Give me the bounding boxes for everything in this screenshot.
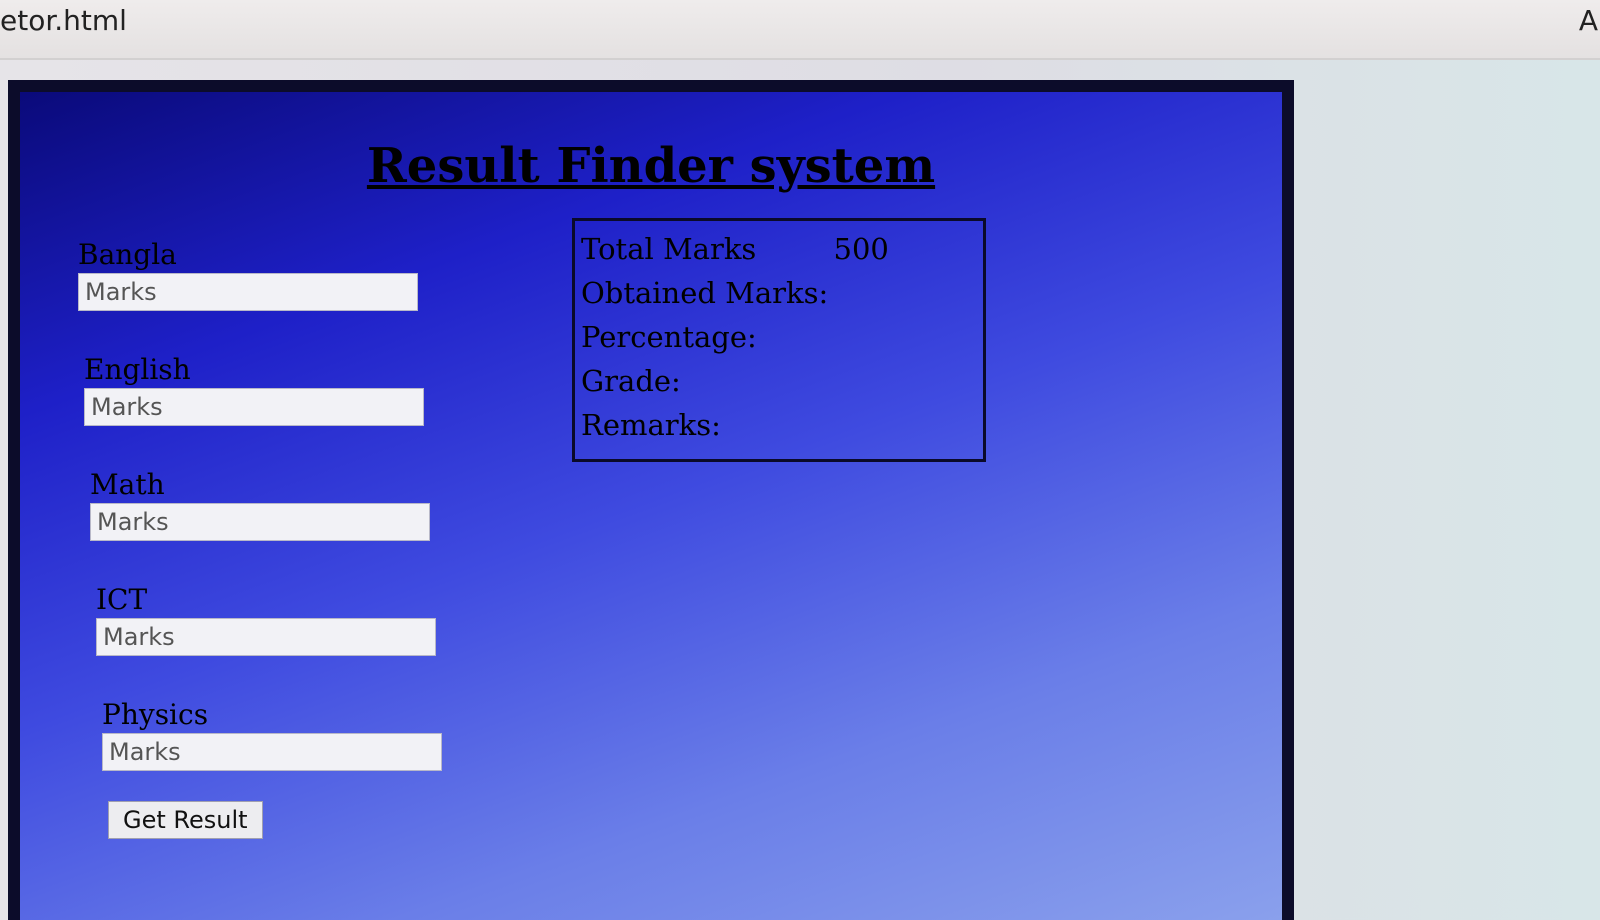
- physics-marks-input[interactable]: [102, 733, 442, 771]
- english-marks-input[interactable]: [84, 388, 424, 426]
- percentage-label: Percentage:: [581, 320, 757, 354]
- field-physics: Physics: [102, 698, 458, 771]
- percentage-row: Percentage:: [581, 315, 977, 359]
- field-math: Math: [90, 468, 458, 541]
- grade-label: Grade:: [581, 364, 681, 398]
- grade-row: Grade:: [581, 359, 977, 403]
- obtained-marks-row: Obtained Marks:: [581, 271, 977, 315]
- field-bangla: Bangla: [78, 238, 458, 311]
- total-marks-label: Total Marks: [581, 232, 757, 266]
- field-label-ict: ICT: [96, 583, 148, 616]
- page-title: Result Finder system: [366, 138, 936, 194]
- bangla-marks-input[interactable]: [78, 273, 418, 311]
- math-marks-input[interactable]: [90, 503, 430, 541]
- browser-tab-bar: etor.html A: [0, 0, 1600, 60]
- field-english: English: [84, 353, 458, 426]
- total-marks-row: Total Marks 500: [581, 227, 977, 271]
- obtained-marks-label: Obtained Marks:: [581, 276, 829, 310]
- field-label-math: Math: [90, 468, 165, 501]
- total-marks-value: 500: [833, 232, 889, 266]
- browser-tab-title[interactable]: etor.html: [0, 4, 127, 37]
- browser-right-glyph: A: [1578, 4, 1598, 37]
- field-label-physics: Physics: [102, 698, 209, 731]
- remarks-row: Remarks:: [581, 403, 977, 447]
- marks-form: Bangla English Math ICT Physics Get Resu…: [78, 238, 458, 839]
- remarks-label: Remarks:: [581, 408, 721, 442]
- result-finder-page: Result Finder system Bangla English Math…: [8, 80, 1294, 920]
- field-label-english: English: [84, 353, 191, 386]
- get-result-button[interactable]: Get Result: [108, 801, 263, 839]
- ict-marks-input[interactable]: [96, 618, 436, 656]
- result-panel: Total Marks 500 Obtained Marks: Percenta…: [572, 218, 986, 462]
- field-ict: ICT: [96, 583, 458, 656]
- field-label-bangla: Bangla: [78, 238, 177, 271]
